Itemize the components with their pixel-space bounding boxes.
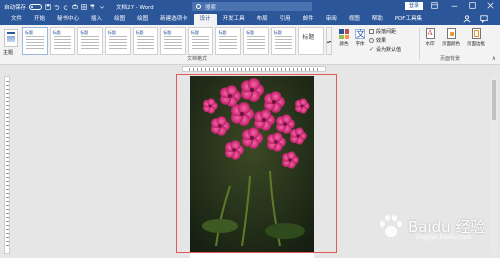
search-icon [196,4,201,9]
tab-0[interactable]: 文件 [5,14,28,25]
page-color-label: 页面颜色 [442,42,460,47]
login-button[interactable]: 登录 [405,2,423,10]
paragraph-spacing-icon [369,29,374,34]
print-icon[interactable] [72,4,78,10]
page-background-group-label: 页面背景 [440,56,461,62]
minimize-icon[interactable] [451,2,458,9]
tab-3[interactable]: 插入 [85,14,108,25]
style-set-item[interactable]: 标题 [77,27,103,55]
design-ribbon: 主题 标题 标题 标题 标题 标题 标题 标题 标题 标题 标题 标题 ▴▾ 文档格式 颜色 文 字体… [0,25,500,65]
style-set-item[interactable]: 标题 [298,27,325,55]
format-options: 段落间距 效果 ✓ 设为默认值 [369,28,401,53]
palette-icon [339,29,349,39]
style-set-item[interactable]: 标题 [270,27,297,55]
tab-15[interactable]: PDF工具集 [389,14,428,25]
share-icon[interactable] [463,15,471,23]
document-format-group-label: 文档格式 [187,56,208,62]
maximize-icon[interactable] [469,2,476,9]
fonts-icon: 文 [355,29,366,40]
watermark-url: jingyan.baidu.com [416,234,472,241]
tab-9[interactable]: 布局 [251,14,274,25]
colors-button[interactable]: 颜色 [337,29,351,55]
effects-label: 效果 [376,38,387,44]
gallery-scroll-icon[interactable]: ▴▾ [326,27,333,55]
paragraph-spacing-label: 段落间距 [376,29,397,35]
ribbon-tabs: 文件 开始 秘书中心 插入 绘图 绘图 新建选项卡 设计 开发工具 布局 引用 邮件 审阅 视图 帮助 PDF… [0,13,500,25]
themes-label: 主题 [3,50,14,56]
tab-7[interactable]: 设计 [193,14,217,25]
themes-button[interactable] [4,29,18,47]
search-input[interactable]: 搜索 [192,2,312,11]
set-as-default-label: 设为默认值 [376,47,402,53]
redo-icon[interactable] [63,4,69,10]
undo-icon[interactable] [54,4,60,10]
style-set-item[interactable]: 标题 [215,27,242,55]
tab-10[interactable]: 引用 [274,14,297,25]
style-set-item[interactable]: 标题 [243,27,269,55]
tab-4[interactable]: 绘图 [108,14,131,25]
tab-11[interactable]: 邮件 [297,14,320,25]
save-icon[interactable] [45,3,51,10]
tab-1[interactable]: 开始 [28,14,51,25]
comment-icon[interactable] [480,15,488,23]
collapse-ribbon-icon[interactable]: ∧ [492,55,496,62]
tab-12[interactable]: 审阅 [320,14,343,25]
tab-8[interactable]: 开发工具 [217,14,251,25]
checkmark-icon: ✓ [369,45,375,53]
style-set-item[interactable]: 标题 [187,27,214,55]
quick-access-toolbar: 自动保存 [0,3,105,11]
effects-button[interactable]: 效果 [369,37,401,44]
style-set-gallery: 标题 标题 标题 标题 标题 标题 标题 标题 标题 标题 标题 ▴▾ [22,27,333,55]
table-icon[interactable] [81,3,87,10]
tab-6[interactable]: 新建选项卡 [154,14,194,25]
ribbon-separator [419,28,420,60]
fonts-label: 字体 [355,42,365,47]
watermark-icon [425,28,435,39]
vertical-ruler[interactable] [4,76,10,254]
paragraph-spacing-button[interactable]: 段落间距 [369,28,401,35]
horizontal-ruler[interactable] [182,66,326,72]
tab-2[interactable]: 秘书中心 [51,14,85,25]
page-borders-label: 页面边框 [467,42,485,47]
style-set-title: 标题 [302,34,315,41]
style-set-item[interactable]: 标题 [132,27,159,55]
autosave-toggle[interactable] [29,3,43,10]
page-color-icon [446,28,456,39]
customize-qat-icon[interactable] [99,4,105,10]
colors-label: 颜色 [339,42,349,47]
tab-13[interactable]: 视图 [343,14,366,25]
image-selection-frame [176,74,337,253]
format-painter-icon[interactable] [90,4,96,10]
fonts-button[interactable]: 文 字体 [353,29,367,55]
ribbon-display-options-icon[interactable] [431,2,438,9]
paw-logo-icon [378,213,404,239]
tab-14[interactable]: 帮助 [366,14,389,25]
autosave-label: 自动保存 [4,4,27,11]
document-title: 文档27 - Word [116,5,154,11]
scrollbar-thumb[interactable] [492,80,496,120]
search-placeholder: 搜索 [205,4,217,11]
watermark-button[interactable]: 水印 [421,28,439,56]
style-set-item[interactable]: 标题 [49,27,76,55]
title-bar: 自动保存 文档27 - Word 搜索 登录 [0,0,500,13]
page-borders-icon [471,28,481,39]
style-set-item[interactable]: 标题 [22,27,48,55]
tab-5[interactable]: 绘图 [131,14,154,25]
set-as-default-button[interactable]: ✓ 设为默认值 [369,46,401,53]
style-set-item[interactable]: 标题 [160,27,186,55]
style-set-item[interactable]: 标题 [104,27,131,55]
close-icon[interactable] [487,2,494,9]
watermark-label: 水印 [425,42,435,47]
page-color-button[interactable]: 页面颜色 [440,28,462,56]
effects-icon [369,38,374,43]
page-borders-button[interactable]: 页面边框 [464,28,488,56]
